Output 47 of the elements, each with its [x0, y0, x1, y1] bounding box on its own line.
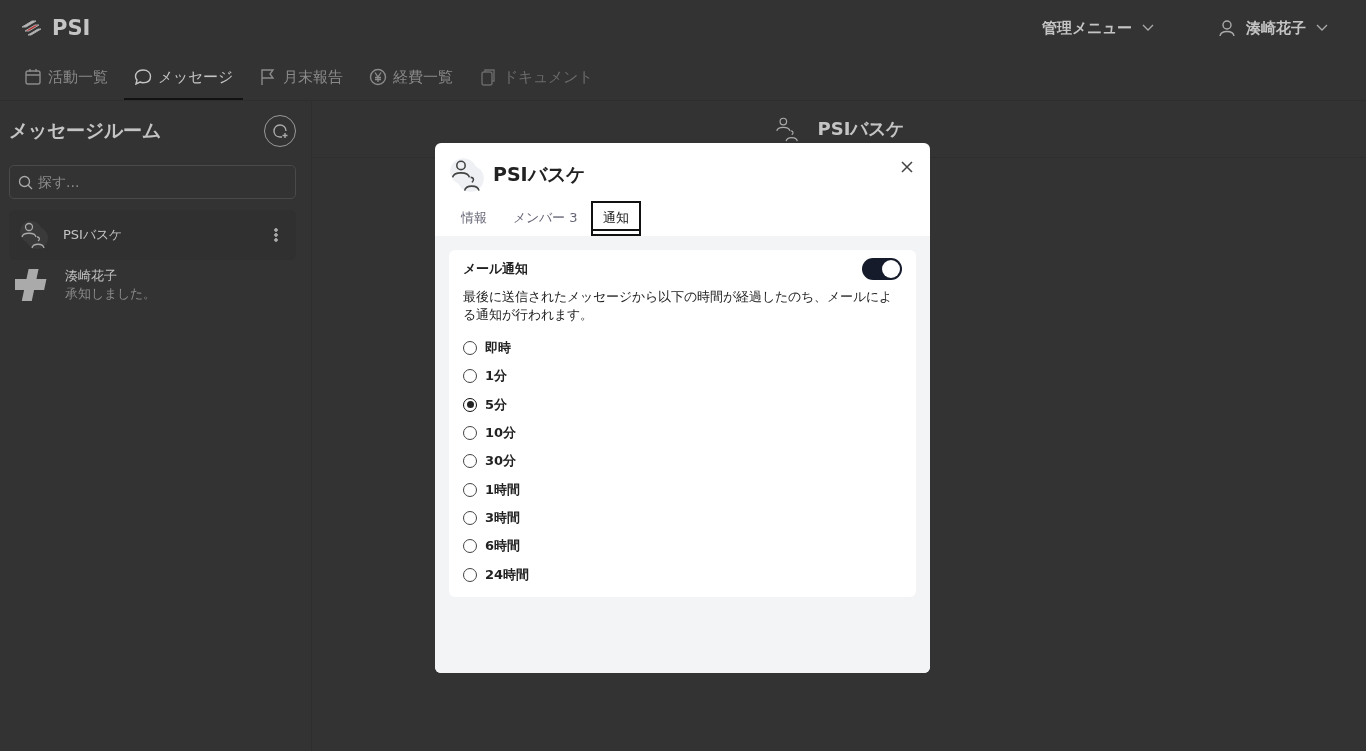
option-label: 1分 — [485, 367, 508, 386]
user-icon — [1218, 19, 1236, 37]
nav-tab[interactable]: 経費一覧 — [359, 56, 463, 100]
option-label: 3時間 — [485, 508, 521, 527]
room-item[interactable]: 湊崎花子 承知しました。 — [9, 260, 296, 310]
calendar-icon — [24, 68, 42, 86]
dialog-tab[interactable]: メンバー 3 — [501, 201, 590, 236]
option-label: 1時間 — [485, 480, 521, 499]
message-preview: 承知しました。 — [65, 285, 157, 303]
chevron-icon — [1142, 24, 1154, 32]
search-field[interactable]: 探す... — [9, 165, 296, 199]
admin-menu[interactable]: 管理メニュー — [1036, 17, 1160, 39]
chat-bubble-icon — [134, 68, 152, 86]
nav-tab[interactable]: メッセージ — [124, 56, 243, 100]
option-label: 即時 — [485, 339, 511, 358]
logo-icon — [20, 19, 42, 37]
close-icon[interactable] — [901, 161, 913, 173]
dialog-title: PSIバスケ — [493, 162, 585, 187]
dialog-tab[interactable]: 通知 — [591, 201, 642, 236]
option-label: 24時間 — [485, 565, 530, 584]
logo-text: PSI — [52, 16, 91, 40]
setting-label: メール通知 — [463, 260, 528, 278]
option-label: 30分 — [485, 452, 517, 471]
option-label: 10分 — [485, 424, 517, 443]
yen-icon — [369, 68, 387, 86]
group-avatar-icon — [19, 220, 49, 250]
dialog-tab[interactable]: 情報 — [449, 201, 499, 236]
flag-icon — [259, 68, 277, 86]
option-label: 5分 — [485, 395, 508, 414]
sidebar-title: メッセージルーム — [9, 118, 161, 143]
room-name: 湊崎花子 — [65, 267, 118, 285]
user-menu[interactable]: 湊崎花子 — [1212, 17, 1334, 39]
radio-button[interactable] — [463, 397, 477, 412]
room-name: PSIバスケ — [63, 226, 123, 244]
option-label: 6時間 — [485, 537, 521, 556]
room-title: PSIバスケ — [817, 117, 905, 141]
toggle-switch[interactable] — [862, 258, 902, 280]
nav-tab[interactable]: 月末報告 — [249, 56, 353, 100]
search-icon — [18, 175, 33, 190]
nav-tab[interactable]: 活動一覧 — [14, 56, 118, 100]
chevron-icon — [1316, 24, 1328, 32]
more-icon[interactable] — [274, 228, 278, 242]
chat-add-icon — [271, 122, 289, 140]
room-item[interactable]: PSIバスケ — [9, 210, 296, 260]
group-avatar-icon — [449, 157, 485, 193]
documents-icon — [479, 68, 497, 86]
description-text: 最後に送信されたメッセージから以下の時間が経過したのち、メールによる通知が行われます。 — [463, 288, 893, 324]
